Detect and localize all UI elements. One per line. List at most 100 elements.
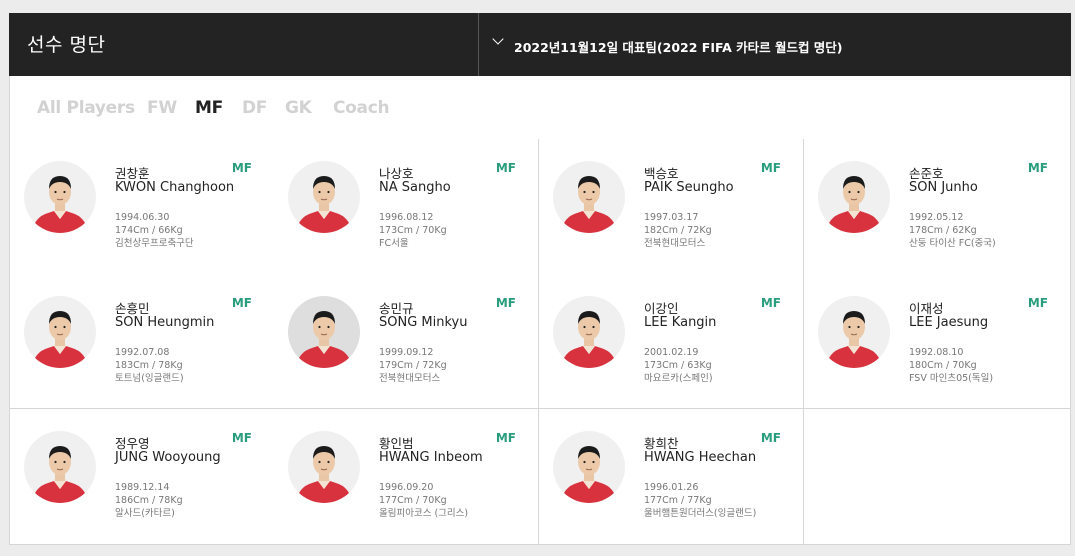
player-birthdate: 2001.02.19 <box>644 347 699 358</box>
tab-fw[interactable]: FW <box>147 98 177 118</box>
player-height-weight: 173Cm / 63Kg <box>644 360 712 371</box>
player-card[interactable]: 이재성 LEE Jaesung MF 1992.08.10 180Cm / 70Kg FS… <box>804 274 1071 409</box>
player-birthdate: 1992.05.12 <box>909 212 964 223</box>
player-club: 토트넘(잉글랜드) <box>115 373 184 384</box>
player-info: 1997.03.17 182Cm / 72Kg 전북현대모터스 <box>644 211 712 250</box>
player-name-english: HWANG Inbeom <box>379 450 483 465</box>
player-position: MF <box>1027 296 1048 310</box>
player-name-english: HWANG Heechan <box>644 450 757 465</box>
player-photo <box>553 296 625 368</box>
page-title: 선수 명단 <box>27 34 106 56</box>
player-position: MF <box>1027 161 1048 175</box>
player-height-weight: 180Cm / 70Kg <box>909 360 977 371</box>
player-height-weight: 177Cm / 77Kg <box>644 495 712 506</box>
player-position: MF <box>231 296 252 310</box>
player-info: 1992.08.10 180Cm / 70Kg FSV 마인츠05(독일) <box>909 346 993 385</box>
player-name-english: KWON Changhoon <box>115 180 235 195</box>
roster-panel: 선수 명단 2022년11월12일 대표팀(2022 FIFA 카타르 월드컵 … <box>9 13 1071 545</box>
player-info: 2001.02.19 173Cm / 63Kg 마요르카(스페인) <box>644 346 713 385</box>
player-photo <box>288 161 360 233</box>
player-position: MF <box>760 296 781 310</box>
player-info: 1996.08.12 173Cm / 70Kg FC서울 <box>379 211 447 250</box>
player-photo <box>24 431 96 503</box>
player-height-weight: 173Cm / 70Kg <box>379 225 447 236</box>
header-bar: 선수 명단 2022년11월12일 대표팀(2022 FIFA 카타르 월드컵 … <box>9 13 1071 76</box>
player-info: 1994.06.30 174Cm / 66Kg 김천상무프로축구단 <box>115 211 194 250</box>
player-birthdate: 1997.03.17 <box>644 212 699 223</box>
player-name-english: SONG Minkyu <box>379 315 468 330</box>
player-club: FSV 마인츠05(독일) <box>909 373 994 384</box>
player-club: 전북현대모터스 <box>644 238 706 249</box>
player-height-weight: 178Cm / 62Kg <box>909 225 977 236</box>
player-club: 올림피아코스 (그리스) <box>379 508 469 519</box>
empty-cell <box>804 409 1071 545</box>
player-height-weight: 183Cm / 78Kg <box>115 360 183 371</box>
roster-select-dropdown[interactable]: 2022년11월12일 대표팀(2022 FIFA 카타르 월드컵 명단) <box>479 13 1071 76</box>
player-birthdate: 1994.06.30 <box>115 212 170 223</box>
tab-all-players[interactable]: All Players <box>37 98 135 118</box>
player-birthdate: 1996.01.26 <box>644 482 699 493</box>
player-photo <box>288 431 360 503</box>
player-club: 전북현대모터스 <box>379 373 441 384</box>
player-info: 1999.09.12 179Cm / 72Kg 전북현대모터스 <box>379 346 447 385</box>
player-info: 1996.01.26 177Cm / 77Kg 울버햄튼원더러스(잉글랜드) <box>644 481 756 520</box>
player-card[interactable]: 황인범 HWANG Inbeom MF 1996.09.20 177Cm / 70Kg 올… <box>274 409 539 545</box>
tab-df[interactable]: DF <box>242 98 267 118</box>
player-photo <box>553 431 625 503</box>
player-card[interactable]: 권창훈 KWON Changhoon MF 1994.06.30 174Cm / 66K… <box>9 139 275 275</box>
chevron-down-icon <box>492 33 504 45</box>
tab-coach[interactable]: Coach <box>333 98 390 118</box>
player-grid: 권창훈 KWON Changhoon MF 1994.06.30 174Cm / 66K… <box>9 139 1071 545</box>
player-club: 울버햄튼원더러스(잉글랜드) <box>644 508 757 519</box>
player-position: MF <box>495 296 516 310</box>
player-birthdate: 1992.07.08 <box>115 347 170 358</box>
player-photo <box>818 161 890 233</box>
player-position: MF <box>231 161 252 175</box>
player-height-weight: 174Cm / 66Kg <box>115 225 183 236</box>
player-position: MF <box>495 161 516 175</box>
player-card[interactable]: 황희찬 HWANG Heechan MF 1996.01.26 177Cm / 77Kg… <box>539 409 804 545</box>
player-card[interactable]: 백승호 PAIK Seungho MF 1997.03.17 182Cm / 72Kg 전… <box>539 139 804 275</box>
player-club: FC서울 <box>379 238 409 249</box>
player-card[interactable]: 이강인 LEE Kangin MF 2001.02.19 173Cm / 63Kg 마요르… <box>539 274 804 409</box>
position-tabs: All Players FW MF DF GK Coach <box>9 76 1071 140</box>
player-info: 1992.05.12 178Cm / 62Kg 산둥 타이산 FC(중국) <box>909 211 996 250</box>
player-birthdate: 1996.09.20 <box>379 482 434 493</box>
player-name-english: NA Sangho <box>379 180 451 195</box>
player-position: MF <box>495 431 516 445</box>
player-info: 1996.09.20 177Cm / 70Kg 올림피아코스 (그리스) <box>379 481 468 520</box>
player-club: 알사드(카타르) <box>115 508 175 519</box>
player-birthdate: 1999.09.12 <box>379 347 434 358</box>
player-club: 마요르카(스페인) <box>644 373 713 384</box>
player-height-weight: 179Cm / 72Kg <box>379 360 447 371</box>
player-card[interactable]: 손준호 SON Junho MF 1992.05.12 178Cm / 62Kg 산둥 타… <box>804 139 1071 275</box>
player-card[interactable]: 송민규 SONG Minkyu MF 1999.09.12 179Cm / 72Kg 전북… <box>274 274 539 409</box>
player-height-weight: 177Cm / 70Kg <box>379 495 447 506</box>
player-position: MF <box>760 161 781 175</box>
player-info: 1992.07.08 183Cm / 78Kg 토트넘(잉글랜드) <box>115 346 184 385</box>
player-photo <box>24 296 96 368</box>
player-card[interactable]: 나상호 NA Sangho MF 1996.08.12 173Cm / 70Kg FC서울 <box>274 139 539 275</box>
player-name-english: LEE Kangin <box>644 315 717 330</box>
player-name-english: SON Junho <box>909 180 978 195</box>
player-club: 산둥 타이산 FC(중국) <box>909 238 996 249</box>
player-position: MF <box>231 431 252 445</box>
player-photo <box>288 296 360 368</box>
player-height-weight: 186Cm / 78Kg <box>115 495 183 506</box>
player-position: MF <box>760 431 781 445</box>
tab-mf[interactable]: MF <box>195 98 223 118</box>
player-photo <box>818 296 890 368</box>
roster-select-label: 2022년11월12일 대표팀(2022 FIFA 카타르 월드컵 명단) <box>514 40 843 55</box>
player-card[interactable]: 손흥민 SON Heungmin MF 1992.07.08 183Cm / 78Kg 토… <box>9 274 275 409</box>
player-name-english: SON Heungmin <box>115 315 215 330</box>
player-info: 1989.12.14 186Cm / 78Kg 알사드(카타르) <box>115 481 183 520</box>
player-height-weight: 182Cm / 72Kg <box>644 225 712 236</box>
tab-gk[interactable]: GK <box>285 98 312 118</box>
player-club: 김천상무프로축구단 <box>115 238 194 249</box>
player-card[interactable]: 정우영 JUNG Wooyoung MF 1989.12.14 186Cm / 78Kg… <box>9 409 275 545</box>
player-birthdate: 1989.12.14 <box>115 482 170 493</box>
player-name-english: JUNG Wooyoung <box>115 450 221 465</box>
player-photo <box>553 161 625 233</box>
player-photo <box>24 161 96 233</box>
player-name-english: PAIK Seungho <box>644 180 734 195</box>
